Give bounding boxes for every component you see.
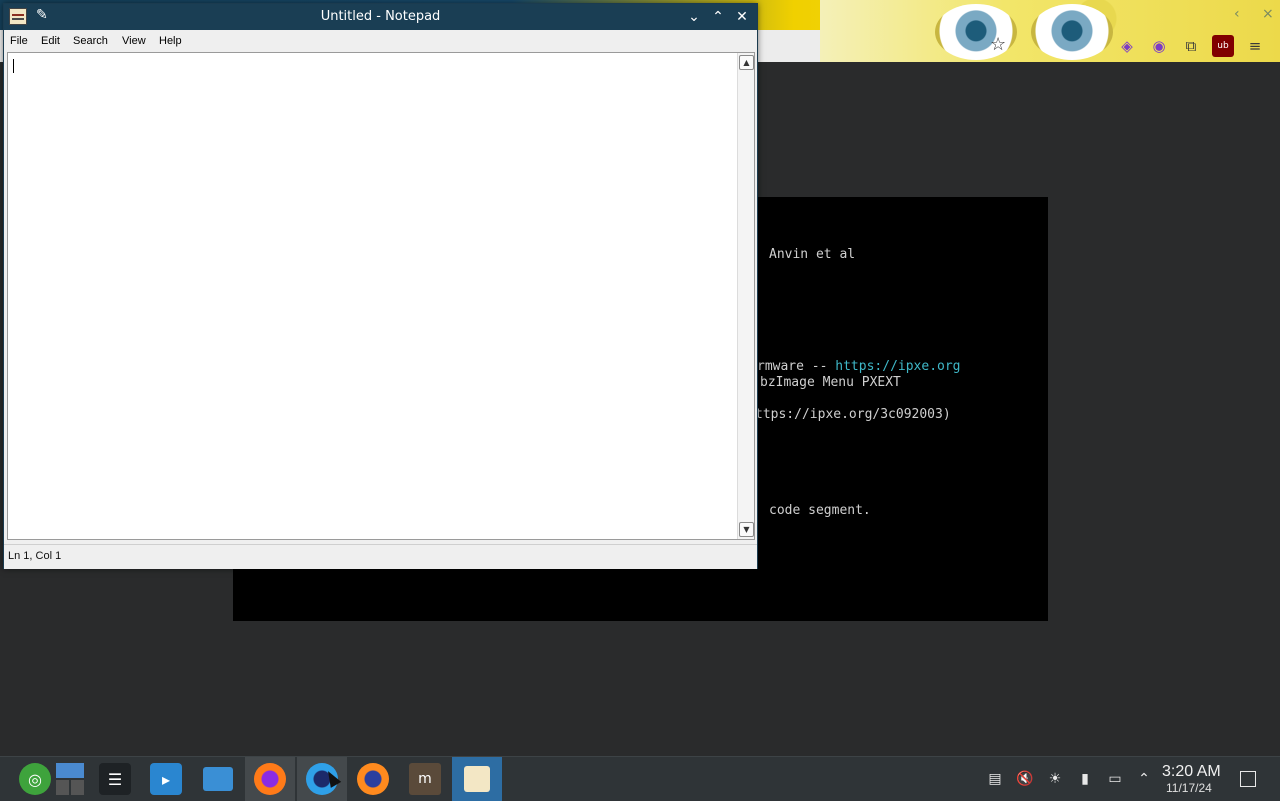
files-icon[interactable] (193, 757, 243, 801)
console-line: ttps://ipxe.org/3c092003) (755, 407, 951, 422)
console-line: rmware -- https://ipxe.org (757, 359, 961, 374)
settings-icon[interactable]: ☰ (90, 757, 140, 801)
extensions-icon[interactable]: ⧉ (1180, 35, 1202, 57)
notepad-window: Untitled - Notepad ✎ ⌄ ⌃ ✕ File Edit Sea… (3, 3, 758, 569)
desktop-pager-icon[interactable] (45, 757, 95, 801)
notepad-titlebar[interactable]: Untitled - Notepad ✎ ⌄ ⌃ ✕ (4, 4, 757, 30)
window-title: Untitled - Notepad (320, 9, 441, 24)
menu-search[interactable]: Search (73, 35, 108, 47)
scroll-up-icon[interactable]: ▲ (739, 55, 754, 70)
console-line: bzImage Menu PXEXT (760, 375, 901, 390)
console-link: https://ipxe.org (835, 359, 961, 374)
editor-icon[interactable]: m (400, 757, 450, 801)
menu-edit[interactable]: Edit (41, 35, 60, 47)
maximize-chevron-icon[interactable]: ⌃ (706, 4, 730, 30)
scroll-down-icon[interactable]: ▼ (739, 522, 754, 537)
menu-bar: File Edit Search View Help (4, 30, 757, 52)
hamburger-menu-icon[interactable]: ≡ (1244, 35, 1266, 57)
vertical-scrollbar[interactable]: ▲ ▼ (737, 53, 754, 539)
taskbar: ◎ ☰ ▸ m ▤ 🔇 ☀ ▮ ▭ ⌃ 3:20 AM 11/17/24 (0, 756, 1280, 801)
volume-muted-icon[interactable]: 🔇 (1016, 769, 1034, 789)
theme-eyes-image (935, 4, 1125, 60)
bookmark-star-icon[interactable]: ☆ (990, 34, 1006, 55)
menu-help[interactable]: Help (159, 35, 182, 47)
cursor-position: Ln 1, Col 1 (8, 550, 62, 562)
menu-view[interactable]: View (122, 35, 146, 47)
clipboard-icon[interactable]: ▤ (986, 769, 1004, 789)
console-line: Anvin et al (769, 247, 856, 262)
store-icon[interactable]: ▸ (141, 757, 191, 801)
text-caret (13, 59, 14, 73)
pin-icon[interactable]: ✎ (36, 7, 48, 23)
browser-toolbar-icons: ◈ ◉ ⧉ ub ≡ (1116, 32, 1280, 60)
console-line: code segment. (769, 503, 871, 518)
clock-date[interactable]: 11/17/24 (1166, 781, 1212, 795)
notepad-icon[interactable] (452, 757, 502, 801)
show-desktop-icon[interactable] (1240, 771, 1256, 787)
notepad-app-icon[interactable] (9, 8, 27, 25)
pocket-icon[interactable]: ◈ (1116, 35, 1138, 57)
network-icon[interactable]: ▭ (1106, 769, 1124, 789)
minimize-chevron-icon[interactable]: ⌄ (682, 4, 706, 30)
browser-close-icon[interactable]: × (1262, 6, 1274, 22)
status-bar: Ln 1, Col 1 (4, 544, 757, 569)
browser-minimize-icon[interactable]: ‹ (1234, 6, 1240, 22)
close-icon[interactable]: ✕ (730, 4, 754, 30)
firefox-alt-icon[interactable] (348, 757, 398, 801)
ublock-icon[interactable]: ub (1212, 35, 1234, 57)
clock-time[interactable]: 3:20 AM (1162, 763, 1221, 781)
text-editor-area[interactable]: ▲ ▼ (7, 52, 755, 540)
account-icon[interactable]: ◉ (1148, 35, 1170, 57)
firefox-icon[interactable] (245, 757, 295, 801)
tray-expand-icon[interactable]: ⌃ (1135, 769, 1153, 789)
usb-device-icon[interactable]: ▮ (1076, 769, 1094, 789)
brightness-icon[interactable]: ☀ (1046, 769, 1064, 789)
menu-file[interactable]: File (10, 35, 28, 47)
